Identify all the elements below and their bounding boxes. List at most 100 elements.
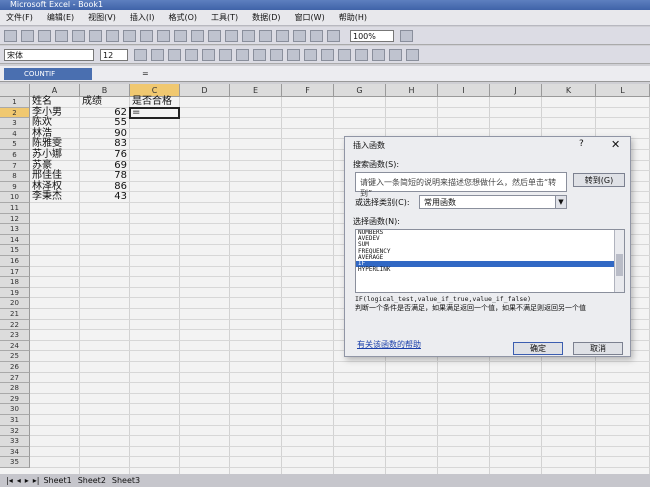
column-header-d[interactable]: D [180, 84, 230, 97]
row-header-23[interactable]: 23 [0, 330, 30, 341]
row-header-3[interactable]: 3 [0, 118, 30, 129]
column-header-i[interactable]: I [438, 84, 490, 97]
score-cell[interactable]: 76 [82, 149, 127, 160]
decrease-indent-icon[interactable] [338, 48, 351, 61]
fill-color-icon[interactable] [389, 48, 402, 61]
format-painter-icon[interactable] [191, 29, 204, 42]
italic-icon[interactable] [151, 48, 164, 61]
score-cell[interactable]: 90 [82, 128, 127, 139]
row-header-24[interactable]: 24 [0, 340, 30, 352]
name-cell[interactable]: 邢佳佳 [32, 170, 77, 181]
column-header-l[interactable]: L [596, 84, 650, 97]
row-header-28[interactable]: 28 [0, 383, 30, 394]
last-sheet-icon[interactable]: ▸| [33, 474, 40, 487]
name-cell[interactable]: 李小男 [32, 107, 77, 118]
row-header-11[interactable]: 11 [0, 203, 30, 214]
dialog-close-button[interactable]: ✕ [611, 138, 620, 151]
borders-icon[interactable] [372, 48, 385, 61]
next-sheet-icon[interactable]: ▸ [25, 474, 29, 487]
research-icon[interactable] [123, 29, 136, 42]
chart-wizard-icon[interactable] [310, 29, 323, 42]
function-list-scrollbar[interactable] [614, 230, 624, 292]
drawing-icon[interactable] [327, 29, 340, 42]
print-icon[interactable] [72, 29, 85, 42]
name-cell[interactable]: 李秉杰 [32, 191, 77, 202]
name-cell[interactable]: 陈雅雯 [32, 138, 77, 149]
row-header-34[interactable]: 34 [0, 446, 30, 458]
score-cell[interactable]: 86 [82, 181, 127, 192]
row-header-32[interactable]: 32 [0, 425, 30, 437]
cell-b1[interactable]: 成绩 [82, 96, 127, 107]
column-header-f[interactable]: F [282, 84, 334, 97]
increase-indent-icon[interactable] [355, 48, 368, 61]
sheet-tab-1[interactable]: Sheet1 [43, 474, 71, 487]
row-header-35[interactable]: 35 [0, 457, 30, 468]
currency-icon[interactable] [253, 48, 266, 61]
redo-icon[interactable] [225, 29, 238, 42]
autosum-icon[interactable] [259, 29, 272, 42]
search-function-input[interactable]: 请键入一条简短的说明来描述您想做什么，然后单击“转到” [355, 172, 567, 198]
row-header-8[interactable]: 8 [0, 171, 30, 182]
menu-data[interactable]: 数据(D) [252, 12, 280, 23]
row-header-25[interactable]: 25 [0, 351, 30, 362]
row-header-2[interactable]: 2 [0, 107, 30, 119]
score-cell[interactable]: 55 [82, 117, 127, 128]
help-icon[interactable] [400, 29, 413, 42]
row-header-26[interactable]: 26 [0, 362, 30, 373]
bold-icon[interactable] [134, 48, 147, 61]
underline-icon[interactable] [168, 48, 181, 61]
menu-view[interactable]: 视图(V) [88, 12, 116, 23]
prev-sheet-icon[interactable]: ◂ [17, 474, 21, 487]
font-color-icon[interactable] [406, 48, 419, 61]
row-header-21[interactable]: 21 [0, 309, 30, 320]
row-header-18[interactable]: 18 [0, 277, 30, 288]
row-header-14[interactable]: 14 [0, 234, 30, 246]
menu-file[interactable]: 文件(F) [6, 12, 33, 23]
first-sheet-icon[interactable]: |◂ [6, 474, 13, 487]
permission-icon[interactable] [55, 29, 68, 42]
category-select[interactable]: 常用函数 ▼ [419, 195, 567, 209]
row-header-31[interactable]: 31 [0, 415, 30, 426]
row-header-9[interactable]: 9 [0, 181, 30, 193]
row-header-20[interactable]: 20 [0, 298, 30, 309]
row-header-5[interactable]: 5 [0, 139, 30, 150]
function-item[interactable]: HYPERLINK [356, 266, 624, 273]
hyperlink-icon[interactable] [242, 29, 255, 42]
menu-format[interactable]: 格式(O) [168, 12, 197, 23]
select-all-corner[interactable] [0, 84, 30, 97]
percent-icon[interactable] [270, 48, 283, 61]
column-header-h[interactable]: H [386, 84, 438, 97]
name-box[interactable]: COUNTIF [4, 67, 92, 80]
decrease-decimal-icon[interactable] [321, 48, 334, 61]
function-help-link[interactable]: 有关该函数的帮助 [357, 339, 421, 350]
open-icon[interactable] [21, 29, 34, 42]
column-header-e[interactable]: E [230, 84, 282, 97]
score-cell[interactable]: 62 [82, 107, 127, 118]
name-cell[interactable]: 苏小娜 [32, 149, 77, 160]
menu-window[interactable]: 窗口(W) [295, 12, 325, 23]
row-header-33[interactable]: 33 [0, 436, 30, 447]
name-cell[interactable]: 陈欢 [32, 117, 77, 128]
align-right-icon[interactable] [219, 48, 232, 61]
sort-ascending-icon[interactable] [276, 29, 289, 42]
row-header-12[interactable]: 12 [0, 213, 30, 225]
copy-icon[interactable] [157, 29, 170, 42]
column-header-j[interactable]: J [490, 84, 542, 97]
row-header-4[interactable]: 4 [0, 128, 30, 140]
undo-icon[interactable] [208, 29, 221, 42]
font-select[interactable]: 宋体 [4, 48, 94, 61]
ok-button[interactable]: 确定 [513, 342, 563, 355]
font-size-select[interactable]: 12 [100, 48, 128, 61]
dialog-help-button[interactable]: ? [579, 139, 584, 149]
menu-help[interactable]: 帮助(H) [339, 12, 367, 23]
row-header-16[interactable]: 16 [0, 256, 30, 267]
row-header-29[interactable]: 29 [0, 393, 30, 405]
menu-insert[interactable]: 插入(I) [130, 12, 155, 23]
paste-icon[interactable] [174, 29, 187, 42]
sort-descending-icon[interactable] [293, 29, 306, 42]
column-header-k[interactable]: K [542, 84, 596, 97]
column-header-g[interactable]: G [334, 84, 386, 97]
zoom-select[interactable]: 100% [350, 29, 394, 42]
row-header-7[interactable]: 7 [0, 160, 30, 172]
cell-a1[interactable]: 姓名 [32, 96, 77, 107]
